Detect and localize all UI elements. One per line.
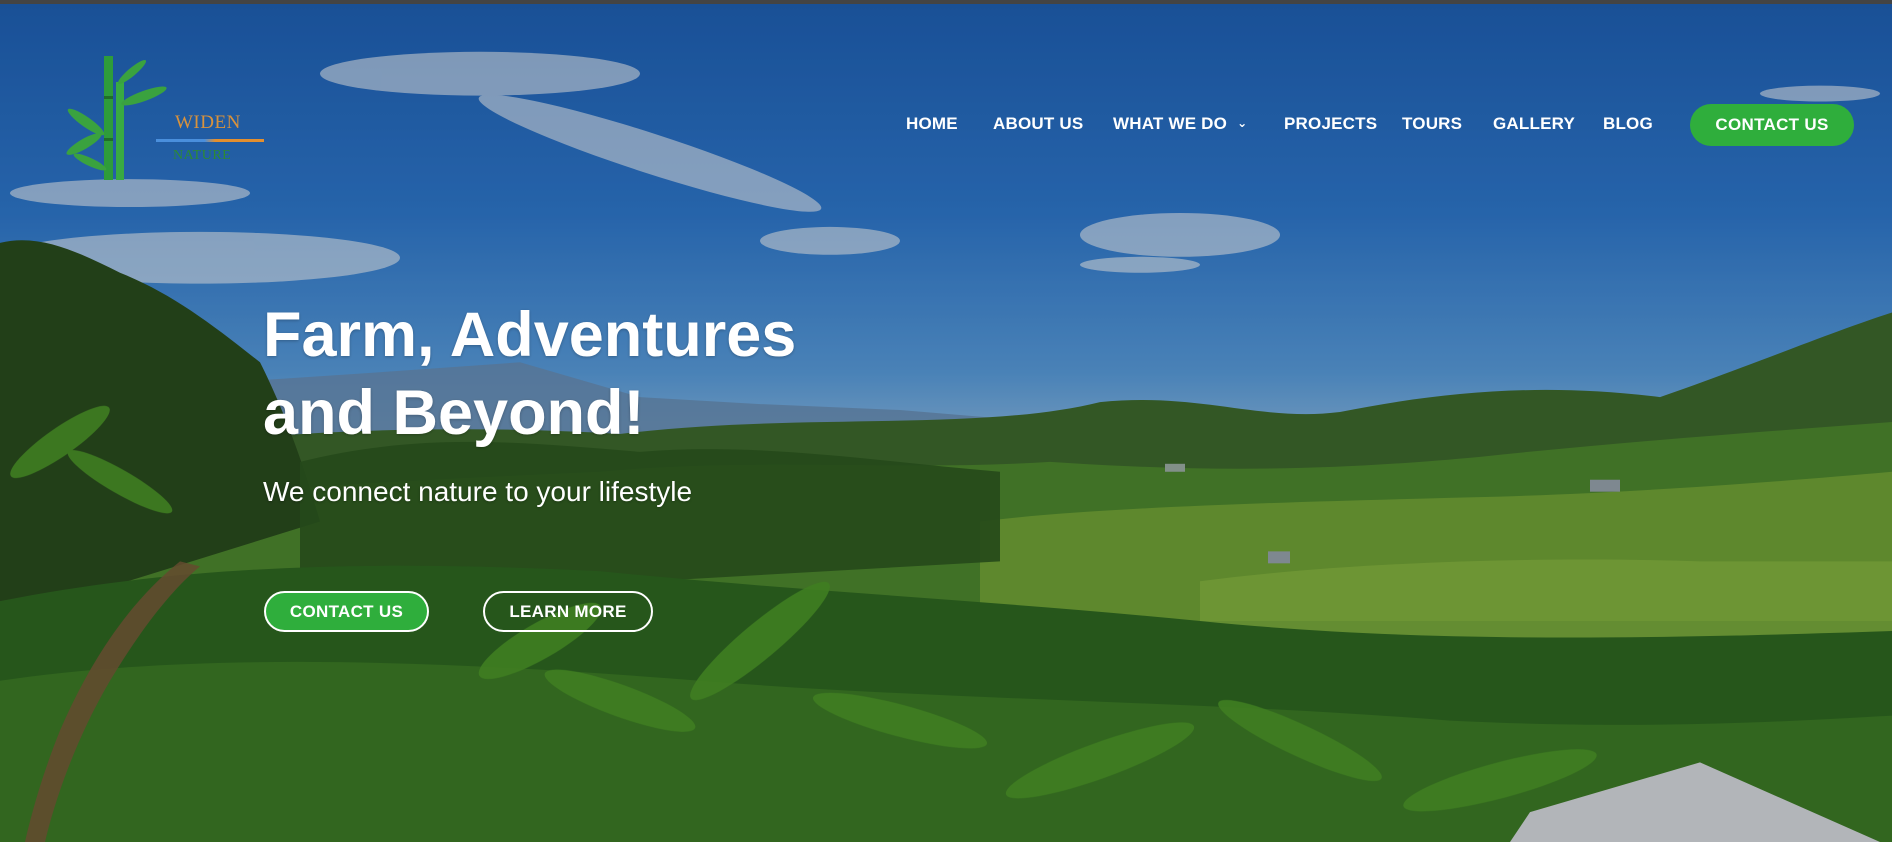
hero-contact-button[interactable]: CONTACT US <box>264 591 429 632</box>
logo-wordmark-nature: NATURE <box>173 148 232 163</box>
header-contact-button[interactable]: CONTACT US <box>1690 104 1854 146</box>
nav-about-us[interactable]: ABOUT US <box>993 114 1083 134</box>
nav-what-we-do[interactable]: WHAT WE DO ⌄ <box>1113 114 1247 134</box>
learn-more-button[interactable]: LEARN MORE <box>483 591 653 632</box>
logo-divider <box>156 139 264 142</box>
hero-title-line-2: and Beyond! <box>263 378 645 448</box>
hero-title-line-1: Farm, Adventures <box>263 300 797 370</box>
nav-what-we-do-label: WHAT WE DO <box>1113 114 1228 133</box>
nav-home[interactable]: HOME <box>906 114 958 134</box>
nav-gallery[interactable]: GALLERY <box>1493 114 1575 134</box>
logo-wordmark-widen: WIDEN <box>175 112 241 133</box>
chevron-down-icon[interactable]: ⌄ <box>1237 116 1247 130</box>
nav-tours[interactable]: TOURS <box>1402 114 1462 134</box>
hero-subtitle: We connect nature to your lifestyle <box>263 476 693 507</box>
nav-blog[interactable]: BLOG <box>1603 114 1653 134</box>
hero-title: Farm, Adventures and Beyond! <box>263 296 796 452</box>
nav-projects[interactable]: PROJECTS <box>1284 114 1377 134</box>
homepage: WIDEN NATURE HOME ABOUT US WHAT WE DO ⌄ P… <box>0 0 1892 842</box>
site-logo[interactable]: WIDEN NATURE <box>60 52 270 188</box>
